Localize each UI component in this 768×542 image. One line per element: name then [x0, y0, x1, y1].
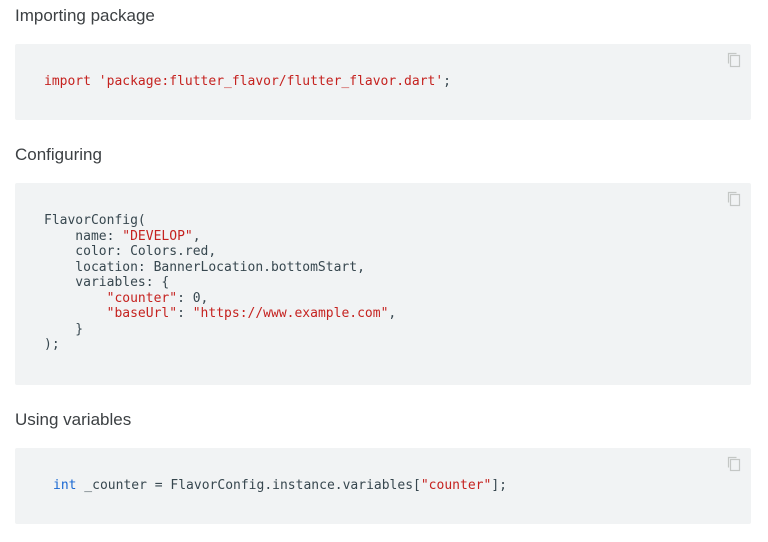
- code-block-usage: int _counter = FlavorConfig.instance.var…: [15, 448, 751, 524]
- code-line: variables: {: [44, 275, 170, 290]
- code-text: :: [177, 306, 193, 321]
- section-heading-using-variables: Using variables: [15, 410, 132, 429]
- code-text: ,: [192, 228, 201, 244]
- code-line: location: BannerLocation.bottomStart,: [44, 259, 365, 275]
- code-type: int: [53, 478, 77, 493]
- code-usage-line: int _counter = FlavorConfig.instance.var…: [53, 478, 507, 494]
- copy-icon[interactable]: [726, 455, 742, 473]
- code-text: name:: [44, 228, 123, 244]
- code-string: "DEVELOP": [122, 228, 193, 244]
- code-line: color: Colors.red,: [44, 244, 217, 259]
- code-text: ,: [388, 306, 397, 321]
- code-text: ;: [443, 74, 451, 89]
- code-text: : 0,: [177, 290, 209, 306]
- code-text: ];: [491, 478, 507, 493]
- code-line: }: [44, 321, 84, 337]
- code-block-import: import 'package:flutter_flavor/flutter_f…: [15, 44, 751, 120]
- code-text: _counter = FlavorConfig.instance.variabl…: [76, 478, 421, 493]
- code-string: "counter": [106, 290, 178, 306]
- code-string: 'package:flutter_flavor/flutter_flavor.d…: [98, 74, 444, 89]
- code-line: );: [44, 337, 60, 352]
- copy-icon[interactable]: [726, 51, 742, 69]
- code-keyword: import: [44, 74, 91, 89]
- code-string: "https://www.example.com": [192, 306, 389, 321]
- code-string: "baseUrl": [106, 306, 178, 321]
- copy-icon[interactable]: [726, 190, 742, 208]
- code-config-body: FlavorConfig( name: "DEVELOP", color: Co…: [44, 213, 396, 353]
- code-block-config: FlavorConfig( name: "DEVELOP", color: Co…: [15, 183, 751, 385]
- section-heading-configuring: Configuring: [15, 145, 102, 164]
- code-line: FlavorConfig(: [44, 213, 146, 228]
- section-heading-importing: Importing package: [15, 6, 155, 25]
- code-import-line: import 'package:flutter_flavor/flutter_f…: [44, 74, 451, 90]
- code-string: "counter": [420, 478, 492, 493]
